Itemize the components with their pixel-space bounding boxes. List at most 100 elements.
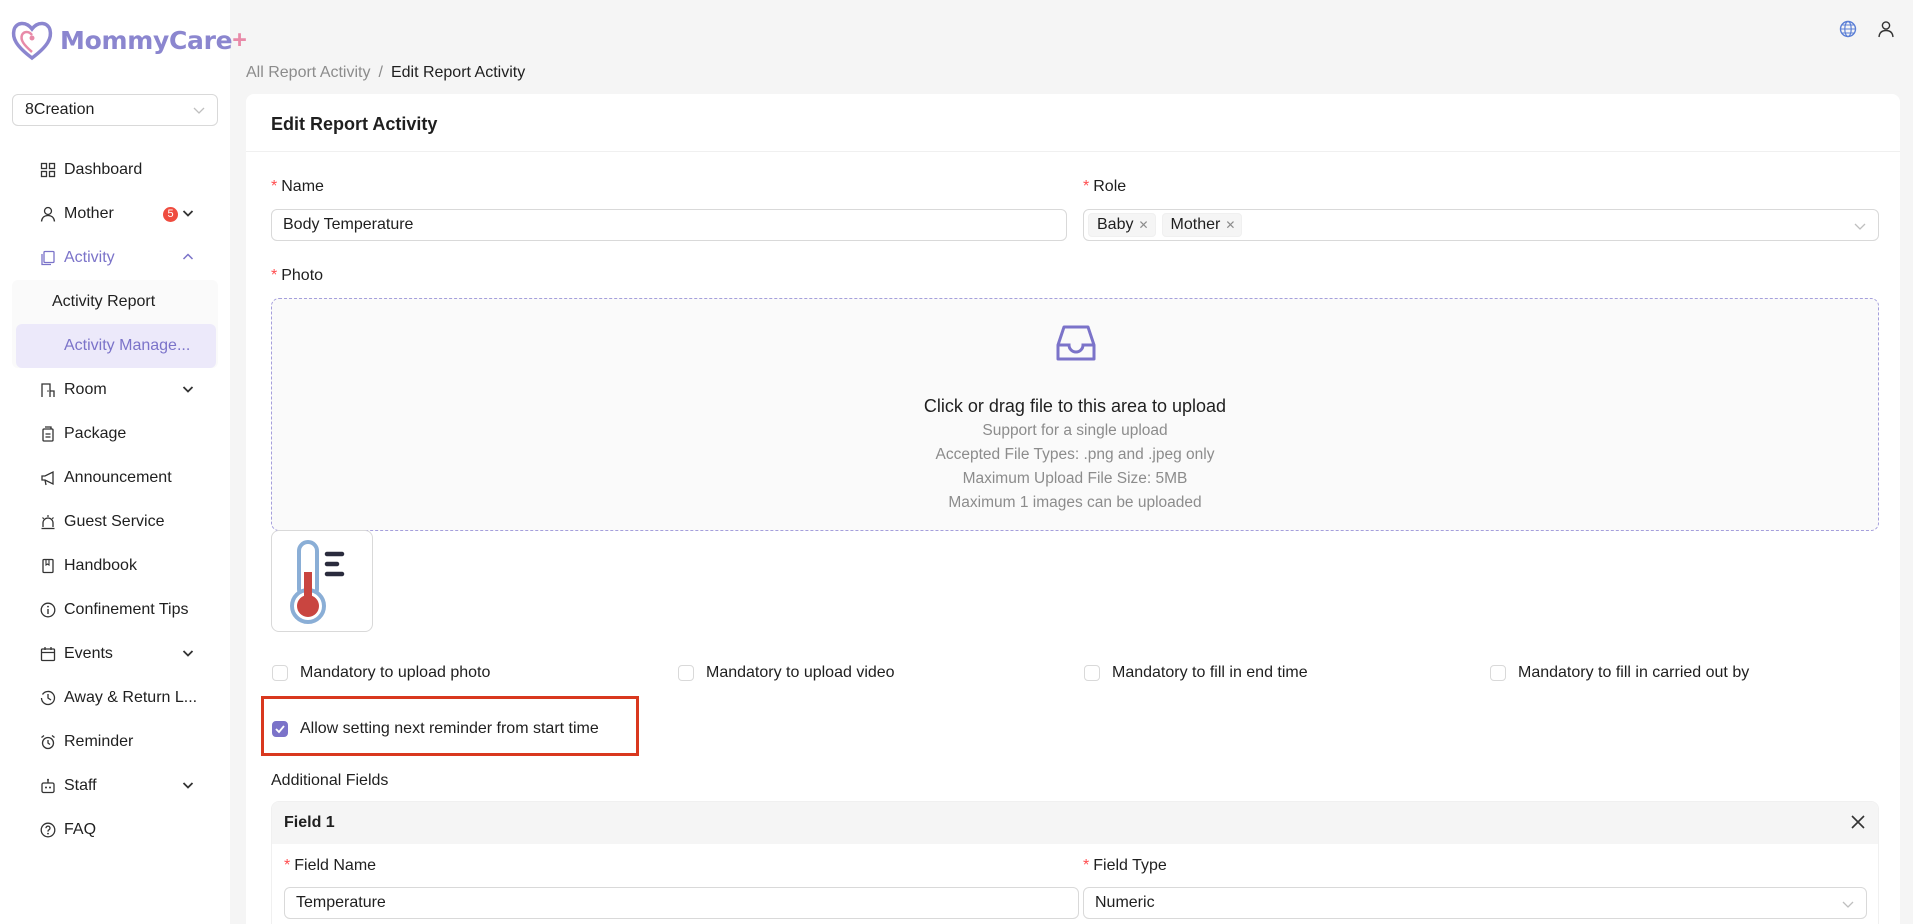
name-label-text: Name <box>281 178 324 195</box>
additional-field-panel: Field 1 * Field Name Temperature * Field T… <box>271 801 1879 924</box>
menu-label: Away & Return L... <box>64 689 198 706</box>
alarm-clock-icon <box>41 734 55 750</box>
menu-item-reminder[interactable]: Reminder <box>0 720 230 764</box>
role-select[interactable]: Baby ✕ Mother ✕ <box>1083 209 1879 241</box>
field-name-label-text: Field Name <box>294 857 377 874</box>
menu-label: Handbook <box>64 557 137 574</box>
field-type-select[interactable]: Numeric <box>1083 887 1867 919</box>
submenu-item-activity-management[interactable]: Activity Manage... <box>16 324 216 368</box>
chevron-up-icon <box>182 253 194 260</box>
chevron-down-icon <box>182 386 194 393</box>
upload-hint: Support for a single upload <box>982 422 1168 439</box>
menu-item-announcement[interactable]: Announcement <box>0 456 230 500</box>
upload-hint: Maximum 1 images can be uploaded <box>948 494 1202 511</box>
user-icon <box>40 206 56 222</box>
copy-icon <box>41 250 55 266</box>
menu-item-package[interactable]: Package <box>0 412 230 456</box>
menu-item-confinement-tips[interactable]: Confinement Tips <box>0 588 230 632</box>
menu-label: Events <box>64 645 113 662</box>
field-name-label: * Field Name <box>284 857 377 874</box>
book-icon <box>42 558 54 574</box>
upload-title: Click or drag file to this area to uploa… <box>923 396 1227 416</box>
heart-logo-icon <box>11 21 53 61</box>
menu-item-mother[interactable]: Mother 5 <box>0 192 230 236</box>
megaphone-icon <box>41 470 54 486</box>
chevron-down-icon <box>182 782 194 789</box>
checkbox-label: Allow setting next reminder from start t… <box>300 720 599 737</box>
field-type-label: * Field Type <box>1083 857 1167 874</box>
upload-hint: Maximum Upload File Size: 5MB <box>962 470 1188 487</box>
field-type-select-value: Numeric <box>1095 894 1155 911</box>
menu-label: Dashboard <box>64 161 143 178</box>
calendar-icon <box>40 647 56 662</box>
name-input-value: Body Temperature <box>283 216 414 233</box>
check-icon <box>275 725 285 734</box>
photo-upload-dropzone[interactable]: Click or drag file to this area to uploa… <box>271 298 1879 531</box>
menu-item-guest-service[interactable]: Guest Service <box>0 500 230 544</box>
side-menu: Dashboard Mother 5 Activity Activity Rep… <box>0 148 230 852</box>
checkbox-label: Mandatory to upload photo <box>300 664 491 681</box>
photo-label-text: Photo <box>281 267 324 284</box>
additional-fields-title: Additional Fields <box>271 772 389 789</box>
menu-item-away-return[interactable]: Away & Return L... <box>0 676 230 720</box>
edit-form-card: Edit Report Activity * Name Body Temperat… <box>246 94 1900 924</box>
submenu-label: Activity Manage... <box>64 337 191 354</box>
chevron-down-icon <box>182 650 194 657</box>
page-title: Edit Report Activity <box>246 94 1900 152</box>
menu-label: Staff <box>64 777 97 794</box>
menu-item-events[interactable]: Events <box>0 632 230 676</box>
organization-select-value: 8Creation <box>25 101 95 118</box>
role-tag-label: Mother <box>1170 216 1221 233</box>
checkbox-mandatory-end-time[interactable]: Mandatory to fill in end time <box>1084 664 1308 682</box>
checkbox-mandatory-video[interactable]: Mandatory to upload video <box>678 664 895 682</box>
history-icon <box>40 690 56 706</box>
app-logo[interactable]: MommyCare + <box>10 18 247 62</box>
close-icon[interactable]: ✕ <box>1138 218 1148 232</box>
upload-hint: Accepted File Types: .png and .jpeg only <box>935 446 1215 463</box>
submenu-item-activity-report[interactable]: Activity Report <box>0 280 218 324</box>
info-circle-icon <box>40 602 56 618</box>
menu-item-faq[interactable]: FAQ <box>0 808 230 852</box>
menu-item-handbook[interactable]: Handbook <box>0 544 230 588</box>
menu-item-activity[interactable]: Activity <box>0 236 230 280</box>
breadcrumb-parent-link[interactable]: All Report Activity <box>246 64 370 81</box>
role-label-text: Role <box>1093 178 1127 195</box>
breadcrumb-separator: / <box>378 64 383 81</box>
organization-select[interactable]: 8Creation <box>12 94 218 126</box>
menu-label: Room <box>64 381 107 398</box>
breadcrumb: All Report Activity / Edit Report Activity <box>246 64 525 82</box>
close-icon[interactable]: ✕ <box>1225 218 1235 232</box>
chevron-down-icon <box>1842 901 1854 908</box>
checkbox-box[interactable] <box>272 665 288 681</box>
checkbox-box[interactable] <box>1490 665 1506 681</box>
role-tag-label: Baby <box>1097 216 1134 233</box>
menu-label: Mother <box>64 205 114 222</box>
checkbox-label: Mandatory to fill in end time <box>1112 664 1308 681</box>
user-icon[interactable] <box>1877 20 1895 38</box>
menu-label: Package <box>64 425 127 442</box>
menu-item-dashboard[interactable]: Dashboard <box>0 148 230 192</box>
menu-label: Guest Service <box>64 513 165 530</box>
menu-label: Reminder <box>64 733 134 750</box>
globe-icon[interactable] <box>1839 20 1857 38</box>
checkbox-box-checked[interactable] <box>272 721 288 737</box>
app-name-plus: + <box>232 25 247 54</box>
checkbox-mandatory-carried-out-by[interactable]: Mandatory to fill in carried out by <box>1490 664 1749 682</box>
close-icon[interactable] <box>1850 814 1866 830</box>
checkbox-allow-next-reminder[interactable]: Allow setting next reminder from start t… <box>272 720 599 738</box>
checkbox-box[interactable] <box>678 665 694 681</box>
menu-item-staff[interactable]: Staff <box>0 764 230 808</box>
role-tag: Mother ✕ <box>1161 213 1243 237</box>
name-input[interactable]: Body Temperature <box>271 209 1067 241</box>
alarm-icon <box>41 515 55 530</box>
topbar-actions <box>1839 20 1895 38</box>
field-name-input[interactable]: Temperature <box>284 887 1079 919</box>
room-icon <box>41 383 55 397</box>
uploaded-image-thumbnail[interactable] <box>271 530 373 632</box>
sidebar: MommyCare + 8Creation Dashboard Mother 5 … <box>0 0 247 924</box>
checkbox-mandatory-photo[interactable]: Mandatory to upload photo <box>272 664 490 682</box>
menu-label: Activity <box>64 249 115 266</box>
menu-item-room[interactable]: Room <box>0 368 230 412</box>
inbox-icon <box>1056 325 1096 361</box>
checkbox-box[interactable] <box>1084 665 1100 681</box>
